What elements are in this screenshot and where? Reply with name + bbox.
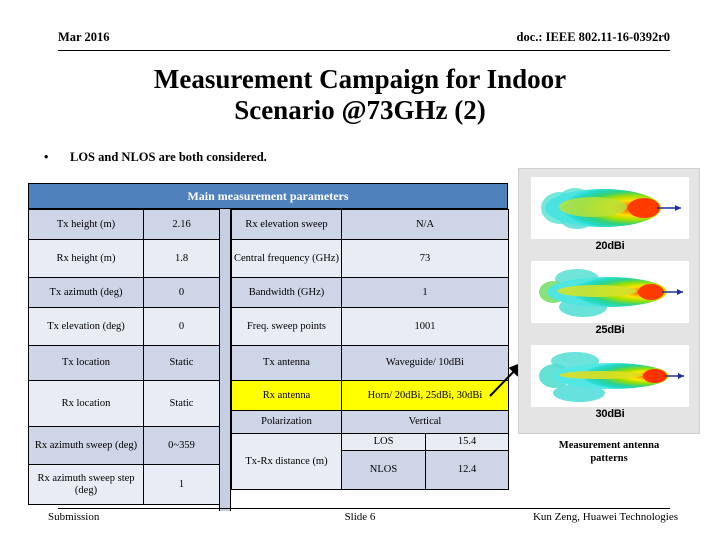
param-label: Rx azimuth sweep step (deg): [28, 464, 144, 505]
antenna-pattern-card: 25dBi: [531, 261, 689, 336]
header-date: Mar 2016: [58, 30, 110, 44]
page-title: Measurement Campaign for Indoor Scenario…: [60, 64, 660, 127]
param-label: Tx antenna: [231, 345, 342, 381]
param-value: 0: [143, 307, 220, 346]
table-caption: Main measurement parameters: [28, 183, 508, 209]
slide-header: Mar 2016 doc.: IEEE 802.11-16-0392r0: [58, 30, 670, 52]
antenna-caption-line-2: patterns: [590, 452, 628, 464]
table-row: Rx height (m) 1.8: [28, 239, 220, 278]
param-value: 1: [341, 277, 509, 308]
parameters-table-left: Tx height (m) 2.16 Rx height (m) 1.8 Tx …: [28, 209, 220, 505]
param-label: Rx location: [28, 380, 144, 427]
header-doc-number: doc.: IEEE 802.11-16-0392r0: [516, 30, 670, 44]
antenna-pattern-image-30dbi: [531, 345, 689, 407]
table-row: Rx azimuth sweep (deg) 0~359: [28, 426, 220, 465]
table-row: Rx location Static: [28, 380, 220, 427]
param-label: Tx elevation (deg): [28, 307, 144, 346]
table-row: Tx height (m) 2.16: [28, 209, 220, 240]
param-value: 0: [143, 277, 220, 308]
table-row-highlighted: Rx antenna Horn/ 20dBi, 25dBi, 30dBi: [231, 380, 509, 411]
antenna-patterns-panel: 20dBi 25dBi 30dBi: [518, 168, 700, 434]
distance-condition: NLOS: [341, 449, 426, 490]
param-value: 73: [341, 239, 509, 278]
bullet-text: LOS and NLOS are both considered.: [70, 150, 267, 164]
antenna-pattern-image-20dbi: [531, 177, 689, 239]
slide: Mar 2016 doc.: IEEE 802.11-16-0392r0 Mea…: [0, 0, 720, 540]
antenna-pattern-card: 20dBi: [531, 177, 689, 252]
param-value: 1: [143, 464, 220, 505]
table-row: Freq. sweep points 1001: [231, 307, 509, 346]
table-row: Bandwidth (GHz) 1: [231, 277, 509, 308]
antenna-caption-line-1: Measurement antenna: [558, 440, 660, 451]
bullet-marker: •: [44, 150, 49, 164]
parameters-table: Main measurement parameters Tx height (m…: [28, 183, 509, 511]
table-row: Rx azimuth sweep step (deg) 1: [28, 464, 220, 505]
distance-value: 15.4: [425, 433, 509, 451]
param-label: Freq. sweep points: [231, 307, 342, 346]
param-value: 2.16: [143, 209, 220, 240]
param-label: Rx height (m): [28, 239, 144, 278]
param-label: Central frequency (GHz): [231, 239, 342, 278]
param-label: Tx location: [28, 345, 144, 381]
param-label: Tx height (m): [28, 209, 144, 240]
header-rule: [58, 50, 670, 51]
table-row: Tx antenna Waveguide/ 10dBi: [231, 345, 509, 381]
antenna-panel-caption: Measurement antenna patterns: [518, 440, 700, 465]
distance-condition: LOS: [341, 433, 426, 451]
param-value: 0~359: [143, 426, 220, 465]
param-label: Polarization: [231, 410, 342, 434]
param-value: Vertical: [341, 410, 509, 434]
param-value: Static: [143, 345, 220, 381]
param-label: Rx azimuth sweep (deg): [28, 426, 144, 465]
antenna-pattern-label: 25dBi: [595, 324, 625, 336]
param-label: Rx elevation sweep: [231, 209, 342, 240]
table-row: Tx azimuth (deg) 0: [28, 277, 220, 308]
table-gutter: [219, 209, 231, 511]
title-line-1: Measurement Campaign for Indoor: [153, 64, 567, 94]
param-value: 1.8: [143, 239, 220, 278]
table-row: Tx elevation (deg) 0: [28, 307, 220, 346]
antenna-pattern-label: 30dBi: [595, 408, 625, 420]
param-value: 1001: [341, 307, 509, 346]
table-row: Rx elevation sweep N/A: [231, 209, 509, 240]
parameters-table-right: Rx elevation sweep N/A Central frequency…: [231, 209, 509, 490]
param-label: Bandwidth (GHz): [231, 277, 342, 308]
title-line-2: Scenario @73GHz (2): [234, 95, 486, 126]
antenna-pattern-label: 20dBi: [595, 240, 625, 252]
antenna-pattern-image-25dbi: [531, 261, 689, 323]
param-value: Horn/ 20dBi, 25dBi, 30dBi: [341, 380, 509, 411]
table-row: Central frequency (GHz) 73: [231, 239, 509, 278]
footer-author: Kun Zeng, Huawei Technologies: [532, 511, 678, 523]
footer-rule: [58, 508, 670, 509]
param-label: Rx antenna: [231, 380, 342, 411]
param-value: Waveguide/ 10dBi: [341, 345, 509, 381]
distance-label: Tx-Rx distance (m): [231, 433, 342, 490]
table-row: Tx location Static: [28, 345, 220, 381]
bullet-list: • LOS and NLOS are both considered.: [44, 150, 474, 165]
param-value: Static: [143, 380, 220, 427]
distance-value: 12.4: [425, 449, 509, 490]
antenna-pattern-card: 30dBi: [531, 345, 689, 420]
table-row: Polarization Vertical: [231, 410, 509, 434]
param-label: Tx azimuth (deg): [28, 277, 144, 308]
param-value: N/A: [341, 209, 509, 240]
table-row: Tx-Rx distance (m) LOS 15.4: [231, 433, 509, 490]
